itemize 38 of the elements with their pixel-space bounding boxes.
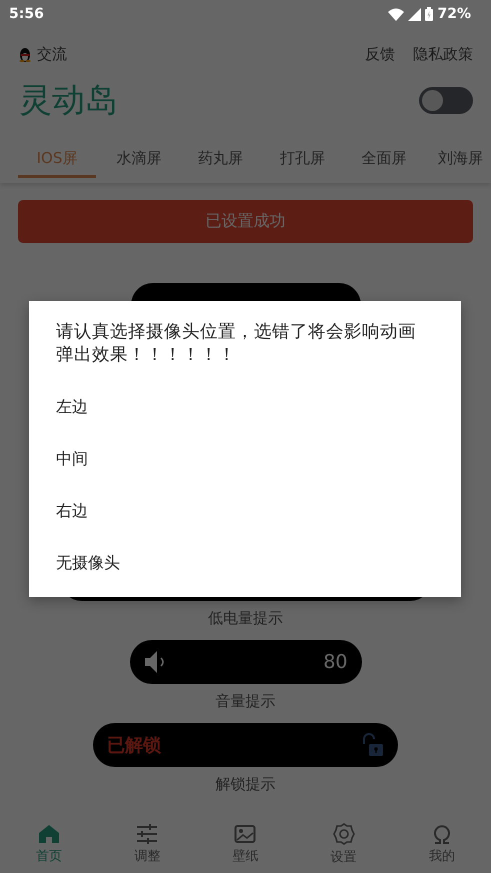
preview-caption: 音量提示 <box>216 692 276 711</box>
tab[interactable]: 打孔屏 <box>263 147 342 178</box>
tab[interactable]: 全面屏 <box>345 147 424 178</box>
signal-icon <box>408 8 422 20</box>
main-switch[interactable] <box>419 86 473 114</box>
tab[interactable]: 药丸屏 <box>182 147 260 178</box>
app-title: 灵动岛 <box>19 78 118 120</box>
dialog-option[interactable]: 右边 <box>56 485 433 537</box>
penguin-icon <box>19 46 31 62</box>
unlock-text: 已解锁 <box>107 734 161 757</box>
status-time: 5:56 <box>9 6 44 22</box>
tab[interactable]: IOS屏 <box>18 147 96 178</box>
dialog-option[interactable]: 中间 <box>56 433 433 485</box>
image-icon <box>234 824 256 844</box>
sliders-icon <box>136 824 158 844</box>
nav-item[interactable]: 首页 <box>19 824 80 864</box>
wifi-icon <box>388 8 404 20</box>
preview-caption: 解锁提示 <box>216 775 276 794</box>
battery-percent: 72% <box>437 6 471 22</box>
battery-icon <box>425 7 434 21</box>
nav-item[interactable]: 我的 <box>412 824 472 864</box>
dialog-option[interactable]: 左边 <box>56 381 433 433</box>
nav-item[interactable]: 设置 <box>314 822 374 866</box>
header-link[interactable]: 反馈 <box>365 44 395 64</box>
preview-caption: 低电量提示 <box>208 609 283 628</box>
nav-item[interactable]: 壁纸 <box>215 824 276 864</box>
tab[interactable]: 刘海屏 <box>426 147 483 178</box>
header-link[interactable]: 隐私政策 <box>413 44 473 64</box>
nav-item[interactable]: 调整 <box>117 824 178 864</box>
home-icon <box>38 824 60 844</box>
omega-icon <box>432 824 452 844</box>
settings-icon <box>332 822 355 844</box>
volume-value: 80 <box>323 651 348 673</box>
dialog-option[interactable]: 无摄像头 <box>56 537 433 589</box>
tab[interactable]: 水滴屏 <box>100 147 178 178</box>
dialog-message: 请认真选择摄像头位置，选错了将会影响动画弹出效果！！！！！！ <box>56 321 417 367</box>
status-button[interactable]: 已设置成功 <box>18 200 473 243</box>
community-link[interactable]: 交流 <box>37 44 67 64</box>
